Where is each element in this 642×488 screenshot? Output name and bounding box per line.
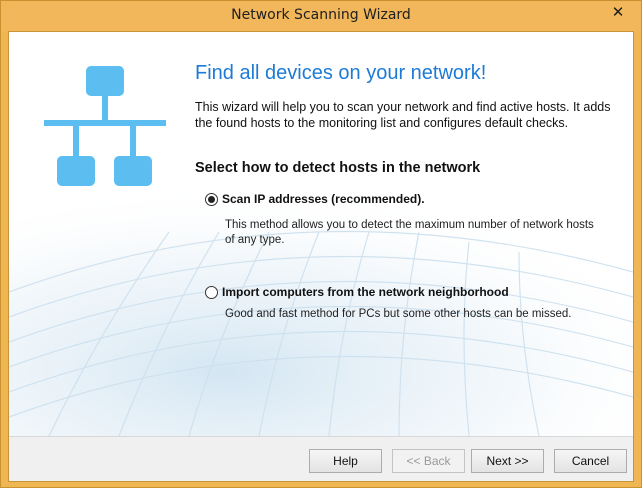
wizard-window: Network Scanning Wizard ✕ Find all devic…	[0, 0, 642, 488]
back-button[interactable]: << Back	[392, 449, 465, 473]
next-button[interactable]: Next >>	[471, 449, 544, 473]
title-bar[interactable]: Network Scanning Wizard ✕	[1, 1, 641, 31]
section-title: Select how to detect hosts in the networ…	[195, 160, 481, 176]
radio-import-neighborhood[interactable]	[205, 285, 218, 299]
option-description: This method allows you to detect the max…	[225, 219, 594, 246]
option-description: Good and fast method for PCs but some ot…	[225, 308, 572, 320]
wizard-client-area: Find all devices on your network! This w…	[8, 31, 634, 482]
footer-divider	[9, 436, 633, 437]
radio-scan-ip[interactable]	[205, 192, 218, 206]
network-topology-icon	[44, 66, 166, 186]
option-label: Import computers from the network neighb…	[222, 285, 509, 299]
option-label: Scan IP addresses (recommended).	[222, 192, 425, 206]
close-icon: ✕	[611, 3, 625, 21]
window-title: Network Scanning Wizard	[231, 7, 411, 23]
intro-text: This wizard will help you to scan your n…	[195, 100, 611, 130]
wizard-page: Find all devices on your network! This w…	[9, 32, 633, 436]
option-import-neighborhood[interactable]: Import computers from the network neighb…	[205, 285, 509, 299]
help-button[interactable]: Help	[309, 449, 382, 473]
page-heading: Find all devices on your network!	[195, 62, 487, 84]
option-scan-ip[interactable]: Scan IP addresses (recommended).	[205, 192, 425, 206]
close-button[interactable]: ✕	[603, 1, 633, 23]
cancel-button[interactable]: Cancel	[554, 449, 627, 473]
